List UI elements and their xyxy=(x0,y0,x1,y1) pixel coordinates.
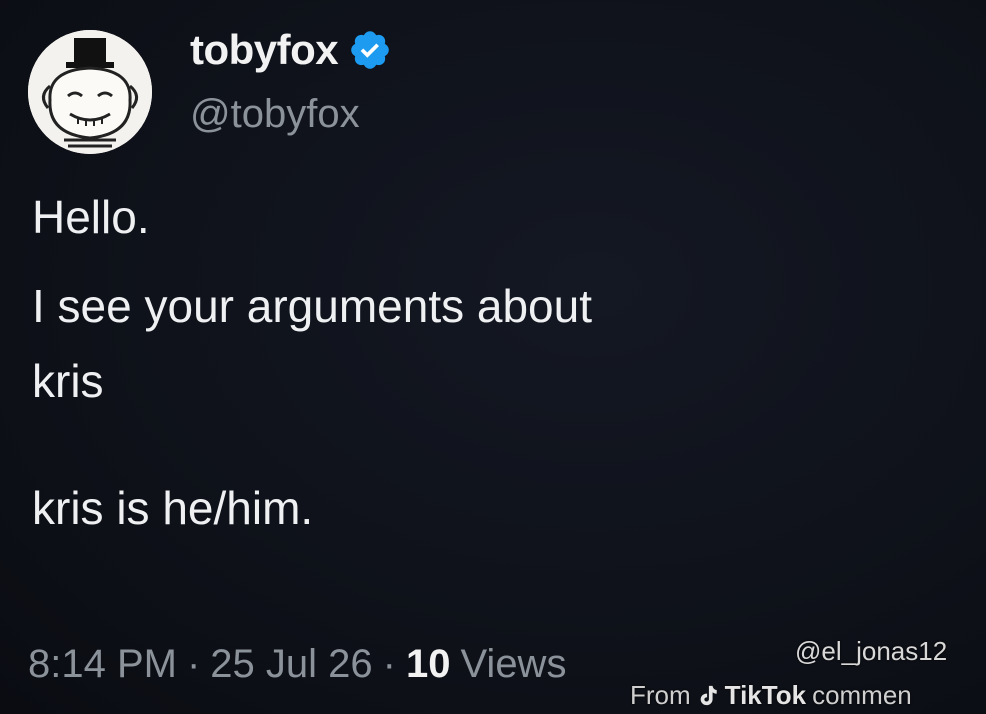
tweet-card: tobyfox @tobyfox Hello. I see your argum… xyxy=(0,0,986,714)
tweet-meta: 8:14 PM · 25 Jul 26 · 10 Views xyxy=(28,642,566,687)
tweet-time[interactable]: 8:14 PM xyxy=(28,642,177,687)
watermark-platform: TikTok xyxy=(724,680,807,710)
tweet-date[interactable]: 25 Jul 26 xyxy=(210,642,372,687)
watermark-from-text: From xyxy=(630,680,691,710)
author-handle[interactable]: @tobyfox xyxy=(190,92,360,137)
tweet-text-line: I see your arguments about xyxy=(32,280,592,332)
avatar-drawing xyxy=(28,30,152,154)
watermark-username: @el_jonas12 xyxy=(795,636,948,666)
views-count: 10 xyxy=(405,642,451,686)
verified-badge-icon xyxy=(348,28,392,72)
watermark-source: From TikTok commen xyxy=(630,680,912,711)
meta-separator: · xyxy=(382,642,396,686)
tweet-text-line: kris is he/him. xyxy=(32,482,314,534)
tweet-text-line: kris xyxy=(32,355,104,407)
tiktok-logo-icon xyxy=(700,685,717,705)
author-display-name[interactable]: tobyfox xyxy=(190,26,392,74)
display-name-text: tobyfox xyxy=(190,26,339,73)
views-label: Views xyxy=(460,642,567,686)
meta-separator: · xyxy=(186,642,201,686)
avatar-icon[interactable] xyxy=(28,30,152,154)
tweet-text-line: Hello. xyxy=(32,191,150,243)
watermark-trailing-text: commen xyxy=(812,680,912,710)
